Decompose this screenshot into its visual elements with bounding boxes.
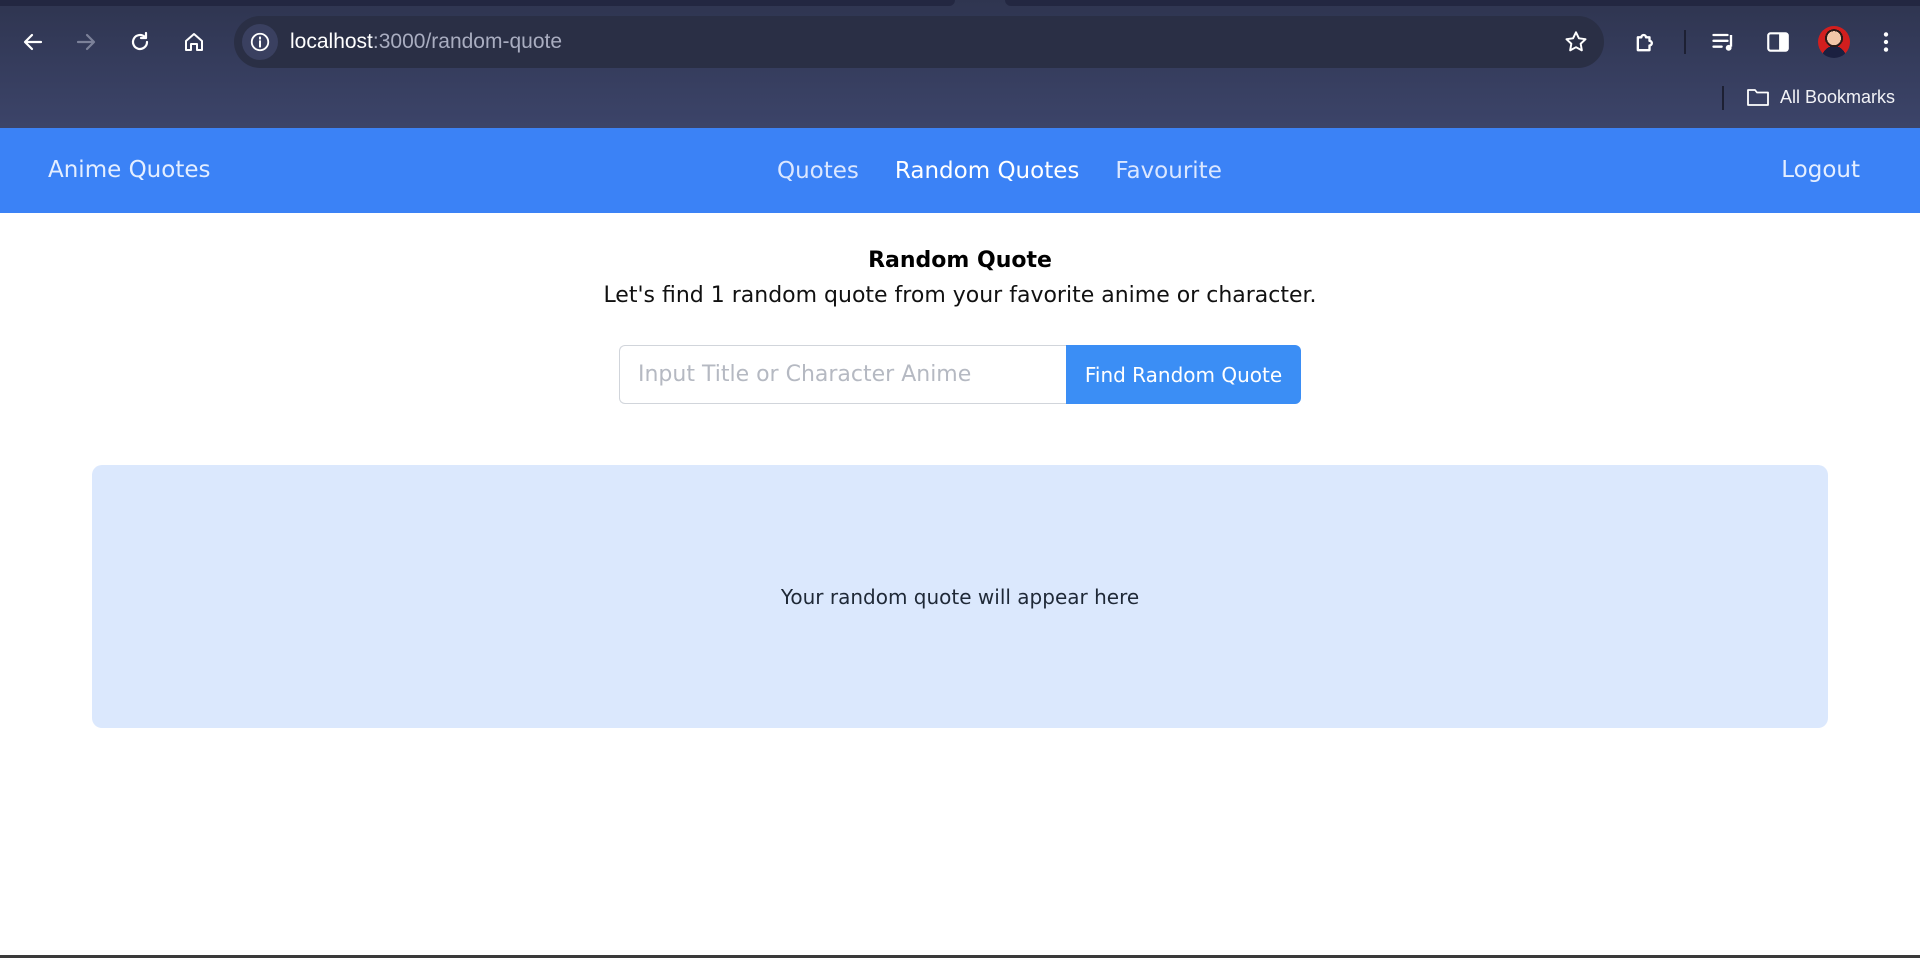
bookmarks-divider	[1722, 86, 1724, 110]
nav-link-random-quotes[interactable]: Random Quotes	[895, 158, 1079, 184]
home-button[interactable]	[174, 22, 214, 62]
site-info-button[interactable]	[242, 24, 278, 60]
site-info-icon	[250, 32, 270, 52]
brand-link[interactable]: Anime Quotes	[48, 128, 210, 213]
nav-link-favourite[interactable]: Favourite	[1115, 158, 1222, 184]
reload-button[interactable]	[120, 22, 160, 62]
tab-strip-left	[0, 0, 955, 6]
nav-links: Quotes Random Quotes Favourite	[777, 128, 1258, 213]
find-random-quote-button[interactable]: Find Random Quote	[1066, 345, 1301, 404]
reload-icon	[131, 31, 149, 51]
tab-strip-right	[1005, 0, 1920, 6]
folder-icon	[1747, 89, 1769, 106]
address-bar[interactable]: localhost:3000/random-quote	[234, 16, 1604, 68]
side-panel-icon	[1767, 32, 1789, 52]
browser-toolbar: localhost:3000/random-quote All Bookmark…	[0, 0, 1920, 128]
side-panel-button[interactable]	[1760, 24, 1796, 60]
nav-link-quotes[interactable]: Quotes	[777, 158, 859, 184]
all-bookmarks-label: All Bookmarks	[1780, 86, 1896, 107]
url-path: :3000/random-quote	[372, 30, 563, 53]
toolbar-divider	[1684, 30, 1686, 54]
url-host: localhost	[290, 30, 373, 53]
quote-placeholder-text: Your random quote will appear here	[780, 584, 1140, 609]
forward-button[interactable]	[66, 22, 106, 62]
media-controls-icon	[1712, 33, 1733, 51]
quote-result-box: Your random quote will appear here	[92, 465, 1828, 728]
media-controls-button[interactable]	[1706, 24, 1742, 60]
bookmark-star-button[interactable]	[1562, 28, 1590, 56]
extensions-button[interactable]	[1628, 24, 1664, 60]
profile-avatar[interactable]	[1818, 26, 1850, 58]
back-button[interactable]	[13, 22, 53, 62]
all-bookmarks-button[interactable]: All Bookmarks	[1746, 80, 1895, 114]
extensions-icon	[1636, 33, 1653, 52]
search-input[interactable]	[619, 345, 1067, 404]
forward-icon	[76, 33, 96, 51]
back-icon	[23, 33, 43, 51]
bookmark-star-icon	[1565, 31, 1587, 52]
more-menu-button[interactable]	[1868, 24, 1904, 60]
app-navbar: Anime Quotes Quotes Random Quotes Favour…	[0, 128, 1920, 213]
page-title: Random Quote	[868, 248, 1052, 273]
url-text: localhost:3000/random-quote	[290, 16, 562, 68]
logout-link[interactable]: Logout	[1781, 128, 1860, 213]
home-icon	[185, 33, 203, 51]
page-subtitle: Let's find 1 random quote from your favo…	[603, 283, 1317, 308]
more-menu-icon	[1883, 32, 1889, 52]
